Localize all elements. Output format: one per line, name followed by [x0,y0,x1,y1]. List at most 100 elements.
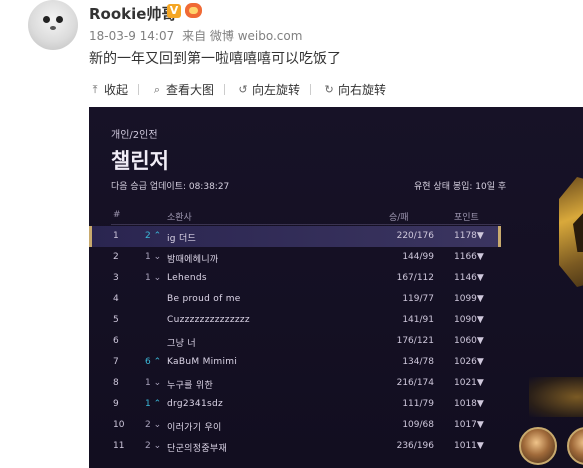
league-points: 1017▼ [454,420,484,430]
rotate-right-label: 向右旋转 [338,83,387,97]
rotate-left-icon: ↺ [238,82,248,96]
avatar-eye [43,16,50,23]
image-toolbar: ⤒ 收起 ⌕ 查看大图 ↺ 向左旋转 ↻ 向右旋转 [89,81,398,98]
post-text: 新的一年又回到第一啦嘻嘻嘻可以吃饭了 [89,51,341,67]
summoner-name: ig 더드 [167,234,197,244]
league-points: 1090▼ [454,315,484,325]
ladder-row: 9 1 ⌃ drg2341sdz 111/79 1018▼ [89,394,501,415]
rank-change: 2 ⌃ [145,231,162,241]
ladder-row: 8 1 ⌄ 누구를 위한 216/174 1021▼ [89,373,501,394]
rank-change: 1 ⌄ [145,252,162,262]
row-rank: 2 [113,252,119,262]
member-badge-icon[interactable] [185,3,202,18]
summoner-name: 이러가기 우이 [167,423,222,433]
row-rank: 7 [113,357,119,367]
row-rank: 10 [113,420,125,430]
summoner-name: drg2341sdz [167,399,223,409]
update-timer: 다음 승급 업데이트: 08:38:27 [111,182,230,192]
summoner-name: 누구를 위한 [167,381,214,391]
row-rank: 9 [113,399,119,409]
rotate-left-label: 向左旋转 [252,83,301,97]
collapse-label: 收起 [104,83,129,97]
row-rank: 8 [113,378,119,388]
search-icon: ⌕ [153,82,161,96]
ladder-row: 3 1 ⌄ Lehends 167/112 1146▼ [89,268,501,289]
rotate-left-button[interactable]: ↺ 向左旋转 [237,81,312,98]
challenger-emblem-icon [559,177,583,287]
win-loss: 216/174 [396,378,434,388]
rank-change: 1 ⌃ [145,399,162,409]
rotate-right-button[interactable]: ↻ 向右旋转 [323,81,386,98]
view-large-label: 查看大图 [166,83,215,97]
league-points: 1099▼ [454,294,484,304]
rank-change: 6 ⌃ [145,357,162,367]
collapse-icon: ⤒ [92,82,98,96]
league-points: 1011▼ [454,441,484,451]
win-loss: 144/99 [402,252,434,262]
win-loss: 109/68 [402,420,434,430]
post-time[interactable]: 18-03-9 14:07 [89,29,174,43]
summoner-name: Cuzzzzzzzzzzzzzz [167,315,250,325]
username-link[interactable]: Rookie帅哥 [89,3,176,24]
win-loss: 236/196 [396,441,434,451]
header-wl: 승/패 [389,213,409,223]
rank-change: 1 ⌄ [145,378,162,388]
row-rank: 4 [113,294,119,304]
header-divider [111,224,501,225]
profile-icon [567,427,583,465]
post-meta: 18-03-9 14:07 来自 微博 weibo.com [89,27,306,44]
win-loss: 220/176 [396,231,434,241]
win-loss: 141/91 [402,315,434,325]
league-points: 1146▼ [454,273,484,283]
win-loss: 111/79 [402,399,434,409]
collapse-button[interactable]: ⤒ 收起 [89,81,140,98]
post-image[interactable]: 개인/2인전 챌린저 다음 승급 업데이트: 08:38:27 유현 상태 봉입… [89,107,583,468]
league-points: 1018▼ [454,399,484,409]
rank-change: 1 ⌄ [145,273,162,283]
row-rank: 6 [113,336,119,346]
ladder-row: 11 2 ⌄ 단군의정중부재 236/196 1011▼ [89,436,501,457]
header-rank: # [113,210,121,220]
summoner-name: 그냥 너 [167,339,196,349]
header-summoner: 소환사 [167,213,192,223]
row-rank: 3 [113,273,119,283]
summoner-name: Be proud of me [167,294,241,304]
ladder-row: 5 Cuzzzzzzzzzzzzzz 141/91 1090▼ [89,310,501,331]
decorative-glow [529,377,583,417]
header-lp: 포인트 [454,213,479,223]
divider [224,84,226,95]
ladder-row: 7 6 ⌃ KaBuM Mimimi 134/78 1026▼ [89,352,501,373]
win-loss: 119/77 [402,294,434,304]
profile-icon [519,427,557,465]
avatar-nose [50,26,56,30]
tier-title: 챌린저 [111,149,169,173]
summoner-name: KaBuM Mimimi [167,357,238,367]
decay-info: 유현 상태 봉입: 10일 후 [414,182,507,192]
ladder-row: 6 그냥 너 176/121 1060▼ [89,331,501,352]
rank-change: 2 ⌄ [145,420,162,430]
summoner-name: 단군의정중부재 [167,444,228,454]
queue-breadcrumb: 개인/2인전 [111,130,158,141]
league-points: 1060▼ [454,336,484,346]
post-source[interactable]: 来自 微博 weibo.com [182,29,302,43]
summoner-name: 밤때에헤니까 [167,255,219,265]
rotate-right-icon: ↻ [324,82,334,96]
avatar[interactable] [28,0,78,50]
win-loss: 134/78 [402,357,434,367]
ladder-row: 2 1 ⌄ 밤때에헤니까 144/99 1166▼ [89,247,501,268]
verified-badge-icon[interactable]: V [167,4,181,18]
divider [138,84,140,95]
row-rank: 5 [113,315,119,325]
summoner-name: Lehends [167,273,207,283]
view-large-button[interactable]: ⌕ 查看大图 [151,81,226,98]
avatar-eye [56,16,63,23]
rank-change: 2 ⌄ [145,441,162,451]
win-loss: 167/112 [396,273,434,283]
row-rank: 1 [113,231,119,241]
league-points: 1021▼ [454,378,484,388]
league-points: 1166▼ [454,252,484,262]
league-points: 1026▼ [454,357,484,367]
league-points: 1178▼ [454,231,484,241]
ladder-row: 4 Be proud of me 119/77 1099▼ [89,289,501,310]
divider [310,84,312,95]
